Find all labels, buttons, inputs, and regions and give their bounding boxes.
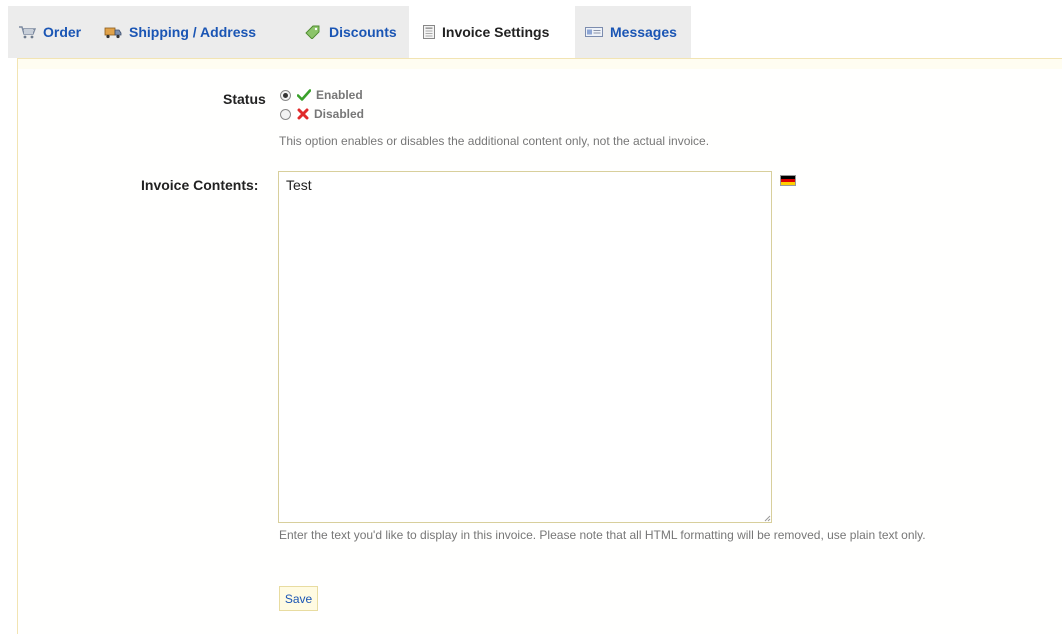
invoice-icon [423, 25, 435, 39]
tab-bar: Order Shipping / Address Discounts Invoi… [8, 6, 691, 58]
discount-tag-icon [304, 25, 322, 39]
truck-icon [104, 26, 122, 39]
tab-discounts-label: Discounts [329, 24, 397, 40]
disabled-radio[interactable] [280, 108, 291, 120]
save-button[interactable]: Save [279, 586, 318, 611]
tab-invoice-settings-label: Invoice Settings [442, 24, 550, 40]
enabled-radio[interactable] [280, 89, 291, 101]
x-icon [297, 108, 309, 120]
check-icon [297, 89, 311, 101]
enabled-label: Enabled [316, 88, 363, 102]
invoice-contents-label: Invoice Contents: [141, 177, 259, 193]
status-disabled-option[interactable]: Disabled [280, 107, 364, 121]
disabled-label: Disabled [314, 107, 365, 121]
invoice-contents-hint: Enter the text you'd like to display in … [279, 528, 926, 542]
tab-order[interactable]: Order [8, 6, 94, 58]
tab-invoice-settings[interactable]: Invoice Settings [409, 6, 575, 58]
status-label: Status [223, 91, 266, 107]
tab-messages-label: Messages [610, 24, 677, 40]
invoice-contents-textarea[interactable]: Test [278, 171, 772, 523]
invoice-settings-panel: Status Enabled Disabled This option enab… [17, 58, 1062, 634]
tab-shipping-address[interactable]: Shipping / Address [94, 6, 294, 58]
tab-messages[interactable]: Messages [575, 6, 691, 58]
german-flag-icon[interactable] [780, 175, 796, 186]
panel-top-strip [18, 59, 1062, 69]
tab-shipping-address-label: Shipping / Address [129, 24, 257, 40]
messages-icon [585, 26, 603, 38]
cart-icon [18, 25, 36, 39]
resize-grip-icon[interactable] [763, 514, 771, 522]
status-enabled-option[interactable]: Enabled [280, 88, 363, 102]
status-hint: This option enables or disables the addi… [279, 134, 710, 148]
tab-order-label: Order [43, 24, 82, 40]
tab-discounts[interactable]: Discounts [294, 6, 409, 58]
